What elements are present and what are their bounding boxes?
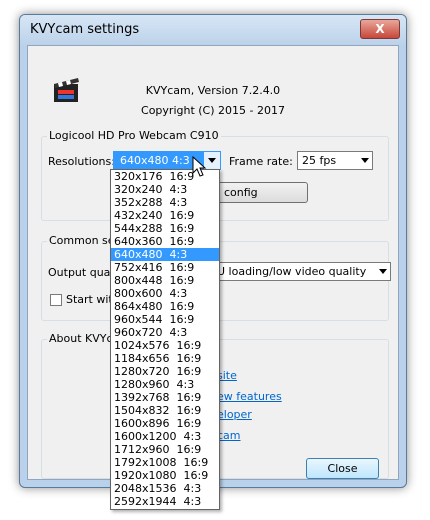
resolution-option[interactable]: 352x288 4:3 bbox=[111, 196, 219, 209]
chevron-down-icon bbox=[361, 158, 369, 163]
version-text: KVYcam, Version 7.2.4.0 bbox=[145, 84, 281, 97]
output-quality-combobox[interactable]: U loading/low video quality bbox=[212, 262, 391, 281]
chevron-down-icon bbox=[379, 269, 387, 274]
resolution-option[interactable]: 1280x720 16:9 bbox=[111, 365, 219, 378]
resolution-option[interactable]: 2592x1944 4:3 bbox=[111, 495, 219, 508]
resolution-option[interactable]: 960x544 16:9 bbox=[111, 313, 219, 326]
copyright-text: Copyright (C) 2015 - 2017 bbox=[141, 104, 285, 117]
output-quality-value: U loading/low video quality bbox=[217, 265, 367, 278]
resolution-option[interactable]: 800x448 16:9 bbox=[111, 274, 219, 287]
resolution-option[interactable]: 544x288 16:9 bbox=[111, 222, 219, 235]
resolution-option[interactable]: 752x416 16:9 bbox=[111, 261, 219, 274]
developer-link[interactable]: eloper bbox=[217, 408, 252, 421]
resolution-option[interactable]: 1504x832 16:9 bbox=[111, 404, 219, 417]
camera-group-label: Logicool HD Pro Webcam C910 bbox=[47, 129, 221, 142]
start-with-checkbox[interactable] bbox=[50, 294, 62, 306]
resolutions-label: Resolutions: bbox=[48, 155, 115, 168]
resolution-option[interactable]: 864x480 16:9 bbox=[111, 300, 219, 313]
config-button[interactable]: config bbox=[217, 182, 308, 203]
kvycam-link[interactable]: cam bbox=[217, 429, 241, 442]
chevron-down-icon bbox=[208, 158, 216, 163]
frame-rate-value: 25 fps bbox=[302, 154, 337, 167]
resolution-option[interactable]: 1392x768 16:9 bbox=[111, 391, 219, 404]
resolutions-value: 640x480 4:3 bbox=[118, 152, 192, 169]
mouse-pointer-icon bbox=[192, 156, 207, 177]
resolution-option[interactable]: 640x480 4:3 bbox=[111, 248, 219, 261]
resolution-option[interactable]: 1712x960 16:9 bbox=[111, 443, 219, 456]
resolution-option[interactable]: 960x720 4:3 bbox=[111, 326, 219, 339]
resolution-option[interactable]: 432x240 16:9 bbox=[111, 209, 219, 222]
frame-rate-combobox[interactable]: 25 fps bbox=[297, 151, 373, 170]
window-close-button[interactable]: X bbox=[360, 19, 400, 39]
resolution-option[interactable]: 1600x896 16:9 bbox=[111, 417, 219, 430]
title-bar[interactable]: KVYcam settings X bbox=[20, 15, 406, 45]
resolution-option[interactable]: 1600x1200 4:3 bbox=[111, 430, 219, 443]
resolution-option[interactable]: 800x600 4:3 bbox=[111, 287, 219, 300]
resolutions-dropdown-list[interactable]: 320x176 16:9 320x240 4:3 352x288 4:3 432x24… bbox=[110, 169, 220, 510]
resolution-option[interactable]: 1184x656 16:9 bbox=[111, 352, 219, 365]
window-title: KVYcam settings bbox=[30, 22, 140, 37]
resolution-option[interactable]: 1920x1080 16:9 bbox=[111, 469, 219, 482]
resolution-option[interactable]: 320x240 4:3 bbox=[111, 183, 219, 196]
frame-rate-label: Frame rate: bbox=[229, 155, 293, 168]
resolution-option[interactable]: 1792x1008 16:9 bbox=[111, 456, 219, 469]
new-features-link[interactable]: ew features bbox=[217, 390, 282, 403]
resolution-option[interactable]: 640x360 16:9 bbox=[111, 235, 219, 248]
close-button[interactable]: Close bbox=[306, 458, 379, 479]
resolution-option[interactable]: 1280x960 4:3 bbox=[111, 378, 219, 391]
resolution-option[interactable]: 2048x1536 4:3 bbox=[111, 482, 219, 495]
resolution-option[interactable]: 1024x576 16:9 bbox=[111, 339, 219, 352]
